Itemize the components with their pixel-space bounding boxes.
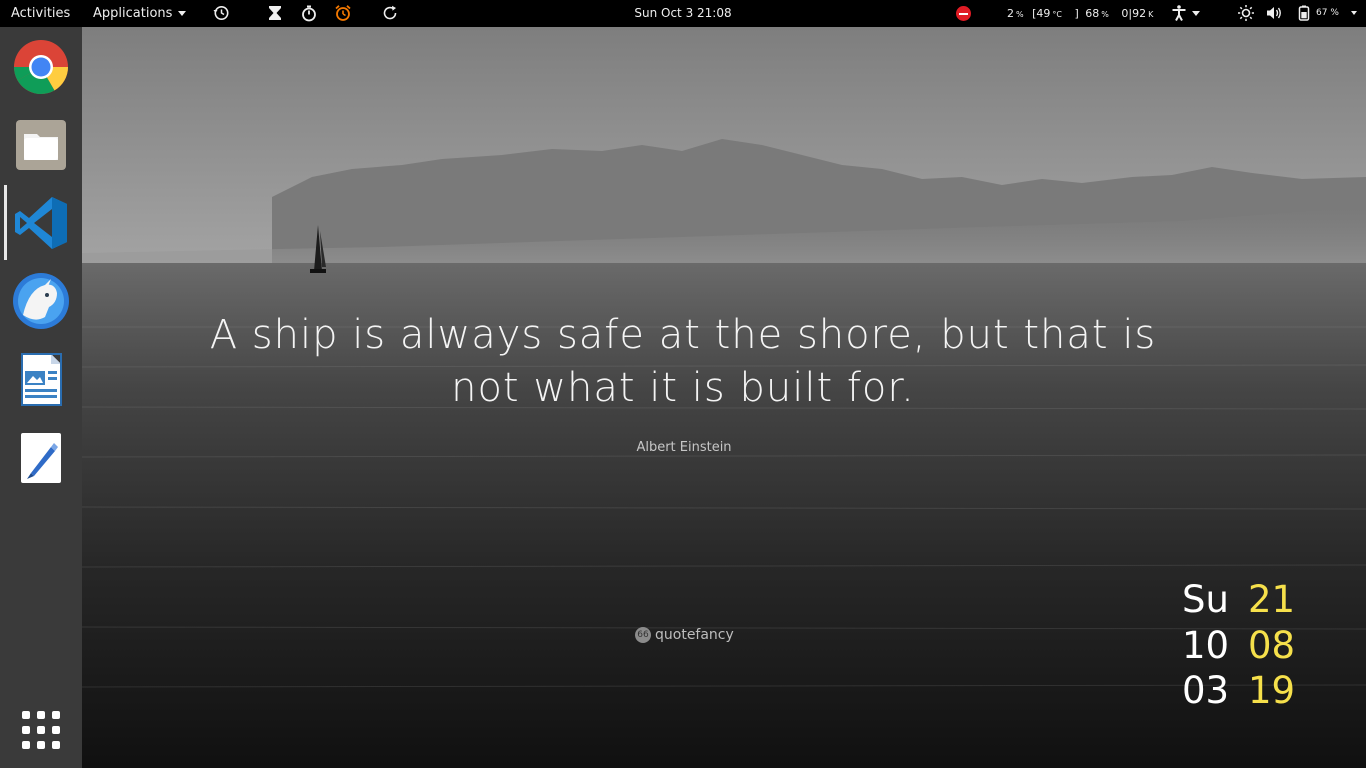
- system-monitor[interactable]: 2% [49 °C ] 68% 0|92 K: [1007, 0, 1153, 27]
- memory-value: 68: [1085, 7, 1100, 20]
- clock-hour: 21: [1248, 578, 1296, 621]
- app-grid-icon[interactable]: [22, 711, 60, 749]
- accessibility-icon[interactable]: [1170, 4, 1188, 22]
- brightness-icon[interactable]: [1237, 4, 1255, 22]
- desktop-screen: A ship is always safe at the shore, but …: [0, 0, 1366, 768]
- do-not-disturb-icon[interactable]: [956, 6, 971, 21]
- brand-label: quotefancy: [655, 627, 734, 643]
- battery-percentage[interactable]: 67 %: [1316, 0, 1339, 27]
- desktop-background: A ship is always safe at the shore, but …: [82, 27, 1366, 768]
- text-editor-icon[interactable]: [11, 427, 71, 487]
- active-app-indicator: [4, 185, 7, 260]
- date-time: Sun Oct 3 21:08: [0, 0, 1366, 27]
- clock-day: Su: [1182, 578, 1229, 621]
- brand-watermark: 66 quotefancy: [635, 627, 734, 643]
- files-icon[interactable]: [11, 116, 71, 176]
- clock-widget: Su 21 10 08 03 19: [1182, 577, 1332, 714]
- chrome-icon[interactable]: [11, 37, 71, 97]
- memory-unit: %: [1101, 10, 1109, 19]
- clock-month: 10: [1182, 623, 1230, 667]
- libreoffice-draw-icon[interactable]: [11, 349, 71, 409]
- mailspring-icon[interactable]: [11, 271, 71, 331]
- clock-row-month: 10 08: [1182, 623, 1332, 669]
- cpu-unit: %: [1016, 10, 1024, 19]
- top-bar: Activities Applications Sun Oct 3 21:08 …: [0, 0, 1366, 27]
- volume-icon[interactable]: [1265, 4, 1283, 22]
- quote-text: A ship is always safe at the shore, but …: [209, 312, 1157, 411]
- clock-label[interactable]: Sun Oct 3 21:08: [634, 6, 731, 20]
- battery-icon[interactable]: [1295, 4, 1313, 22]
- quote-badge-icon: 66: [635, 627, 651, 643]
- bracket-close: ]: [1074, 7, 1079, 20]
- clock-date: 03: [1182, 669, 1230, 712]
- temperature-value: [49: [1032, 7, 1051, 20]
- clock-row-day: Su 21: [1182, 577, 1332, 623]
- clock-row-date: 03 19: [1182, 668, 1332, 714]
- vscode-icon[interactable]: [11, 193, 71, 253]
- cpu-value: 2: [1007, 7, 1014, 20]
- network-unit: K: [1148, 10, 1154, 19]
- network-value: 0|92: [1121, 7, 1147, 20]
- chevron-down-icon[interactable]: [1192, 11, 1200, 16]
- clock-second: 19: [1248, 669, 1296, 712]
- temperature-unit: °C: [1052, 10, 1062, 19]
- dock: [0, 27, 82, 768]
- clock-minute: 08: [1248, 623, 1296, 667]
- quote-author: Albert Einstein: [636, 440, 732, 455]
- chevron-down-icon[interactable]: [1351, 11, 1357, 15]
